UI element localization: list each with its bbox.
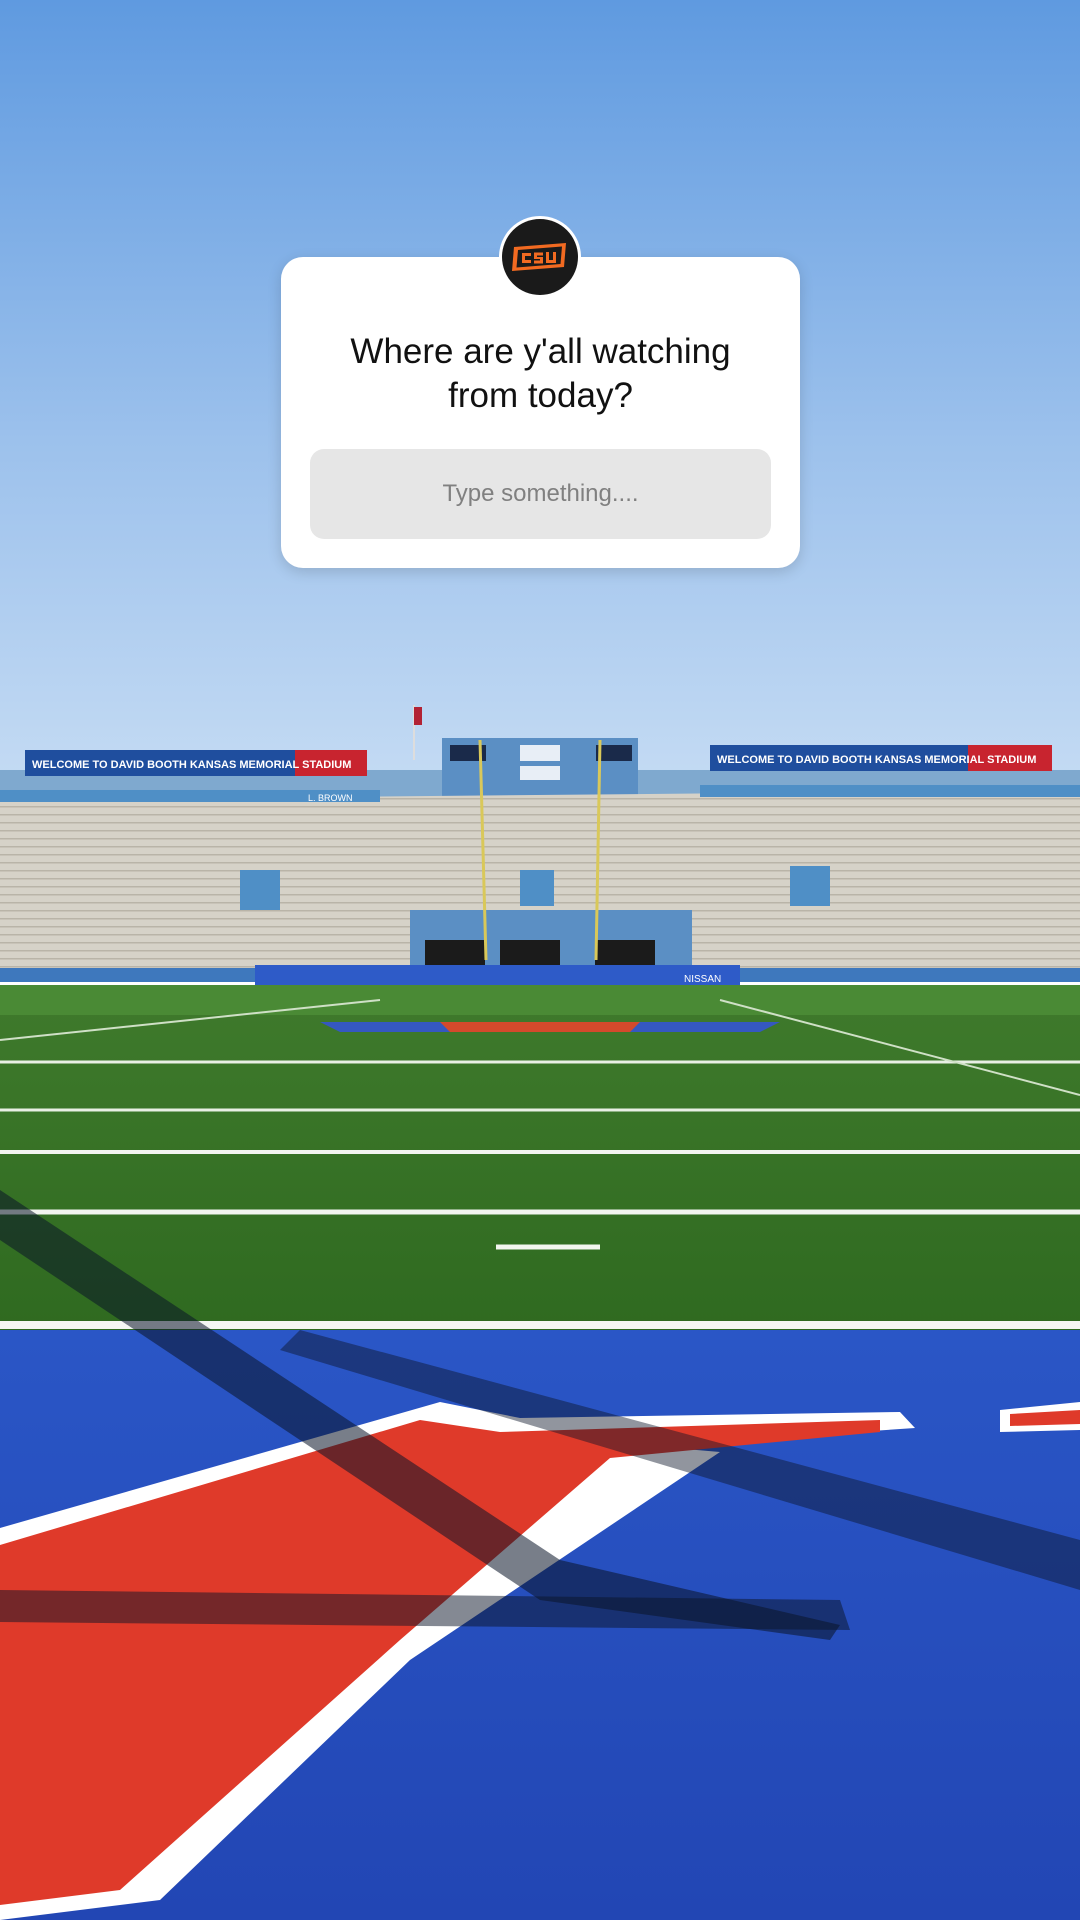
question-text: Where are y'all watching from today? <box>350 332 731 415</box>
banner-left-text: WELCOME TO DAVID BOOTH KANSAS MEMORIAL S… <box>32 759 351 771</box>
ad-board-text: NISSAN <box>684 974 721 985</box>
field <box>0 985 1080 1330</box>
banner-right-text: WELCOME TO DAVID BOOTH KANSAS MEMORIAL S… <box>717 754 1036 766</box>
answer-input[interactable]: Type something.... <box>310 449 771 539</box>
question-sticker: Where are y'all watching from today? Typ… <box>281 257 800 568</box>
osu-logo-icon <box>502 219 578 295</box>
account-avatar <box>499 216 581 298</box>
story-screen: WELCOME TO DAVID BOOTH KANSAS MEMORIAL S… <box>0 0 1080 1920</box>
answer-placeholder: Type something.... <box>442 480 639 507</box>
scoreboard-tag: L. BROWN <box>308 793 353 803</box>
